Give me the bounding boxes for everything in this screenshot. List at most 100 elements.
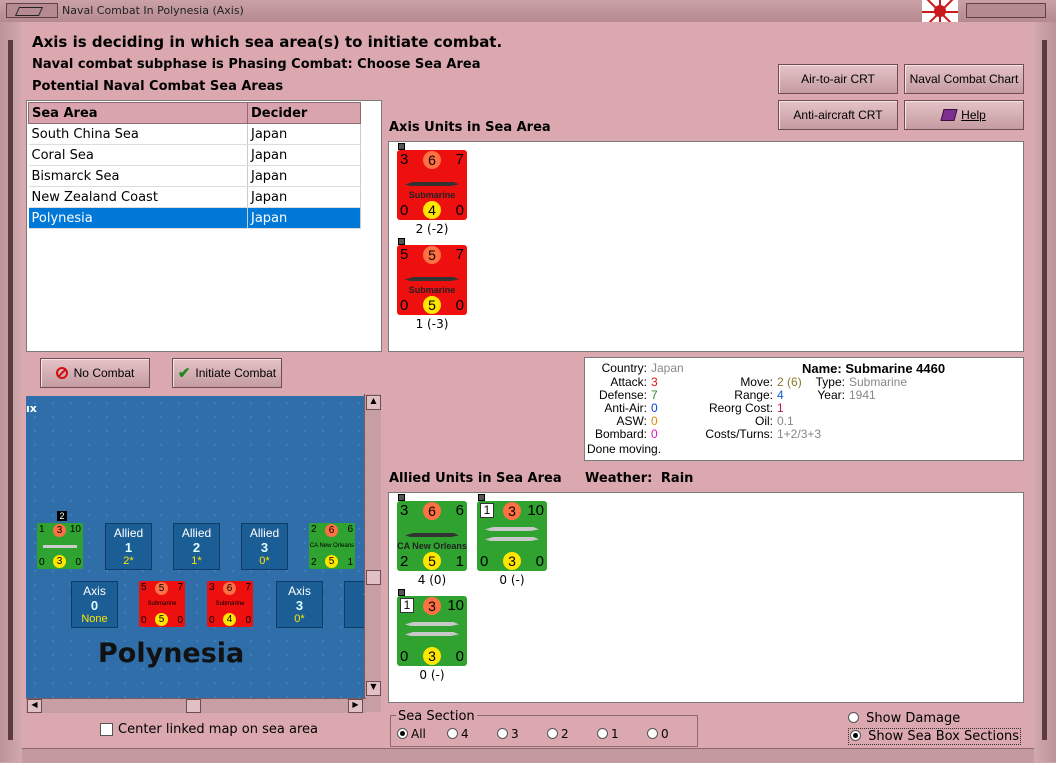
sea-box[interactable]: A (344, 581, 366, 628)
sea-box-b: 0 (90, 598, 99, 613)
mini-top-left: 2 (311, 524, 317, 535)
sea-section-radio[interactable] (397, 728, 408, 739)
sea-section-radio[interactable] (497, 728, 508, 739)
sea-box[interactable]: Allied 1 2* (105, 523, 152, 570)
costs-value: 1+2/3+3 (777, 427, 822, 441)
air-to-air-crt-button[interactable]: Air-to-air CRT (778, 64, 898, 94)
decider-cell[interactable]: Japan (247, 123, 361, 145)
sea-box-a: A (345, 584, 366, 598)
sea-area-cell[interactable]: Polynesia (28, 207, 248, 229)
no-entry-icon (55, 367, 68, 379)
allied-unit-counter[interactable]: 1 3 10 0 3 0 (397, 589, 467, 666)
sea-box[interactable]: Axis 3 0* (276, 581, 323, 628)
window-control-button[interactable] (966, 3, 1046, 18)
scroll-right-arrow-icon[interactable]: ▶ (348, 699, 363, 713)
mini-top-circle: 6 (223, 582, 236, 595)
axis-unit-counter[interactable]: 5 5 7 Submarine 0 5 0 (397, 238, 467, 315)
map-unit-counter[interactable]: 2 6 6 CA New Orleans 2 5 1 (309, 523, 355, 569)
counter-bottom-circle: 5 (423, 552, 441, 570)
sea-section-option[interactable]: 0 (647, 727, 669, 741)
show-sections-radio[interactable] (850, 730, 861, 741)
sea-box[interactable]: Allied 3 0* (241, 523, 288, 570)
axis-unit-counter[interactable]: 3 6 7 Submarine 0 4 0 (397, 143, 467, 220)
map-unit-counter[interactable]: 5 5 7 Submarine 0 5 0 (139, 581, 185, 627)
mini-bottom-circle: 3 (53, 555, 66, 568)
allied-unit-counter[interactable]: 1 3 10 0 3 0 (477, 494, 547, 571)
table-row[interactable]: New Zealand Coast Japan (28, 186, 361, 208)
column-header-decider[interactable]: Decider (247, 102, 361, 124)
sea-area-cell[interactable]: Coral Sea (28, 144, 248, 166)
mini-top-left: 5 (141, 582, 147, 593)
decider-cell[interactable]: Japan (247, 165, 361, 187)
show-damage-label: Show Damage (866, 711, 961, 726)
column-header-sea-area[interactable]: Sea Area (28, 102, 248, 124)
counter-caption: 0 (-) (499, 573, 525, 587)
sea-box[interactable]: Allied 2 1* (173, 523, 220, 570)
sea-area-map[interactable]: ıx Allied 1 2* Allied 2 1* Allied 3 0* Axis 0 None A… (26, 396, 366, 698)
table-row[interactable]: Coral Sea Japan (28, 144, 361, 166)
anti-aircraft-crt-button[interactable]: Anti-aircraft CRT (778, 100, 898, 130)
table-row[interactable]: South China Sea Japan (28, 123, 361, 145)
sea-section-radio[interactable] (447, 728, 458, 739)
sea-section-option[interactable]: All (397, 727, 426, 741)
sea-area-table: Sea Area Decider South China Sea Japan Cor… (26, 100, 382, 352)
map-vertical-scrollbar[interactable]: ▲ ▼ (364, 394, 381, 712)
name-label: Name: (802, 361, 842, 376)
mini-unit-name: CA New Orleans (309, 543, 355, 549)
reorg-label: Reorg Cost: (708, 401, 773, 415)
sea-section-radio[interactable] (547, 728, 558, 739)
map-unit-counter[interactable]: 3 6 7 Submarine 0 4 0 (207, 581, 253, 627)
decider-cell[interactable]: Japan (247, 207, 361, 229)
center-map-checkbox[interactable] (100, 723, 113, 736)
vertical-scroll-thumb[interactable] (366, 570, 381, 585)
unit-info-panel: Country: Japan Attack: 3 Defense: 7 Anti… (584, 357, 1024, 461)
ship-silhouette-icon (405, 277, 459, 281)
sea-section-radio[interactable] (597, 728, 608, 739)
mini-bottom-right: 0 (177, 615, 183, 626)
no-combat-label: No Combat (73, 366, 135, 380)
sea-section-option[interactable]: 3 (497, 727, 519, 741)
sea-area-cell[interactable]: South China Sea (28, 123, 248, 145)
counter-caption: 1 (-3) (415, 317, 449, 331)
center-map-option[interactable]: Center linked map on sea area (100, 722, 318, 737)
map-horizontal-scrollbar[interactable]: ◀ ▶ (26, 698, 366, 713)
scroll-up-arrow-icon[interactable]: ▲ (366, 395, 381, 410)
sea-section-radio[interactable] (647, 728, 658, 739)
initiate-combat-button[interactable]: ✔ Initiate Combat (172, 358, 282, 388)
mini-top-right: 7 (177, 582, 183, 593)
map-unit-counter[interactable]: 1 3 10 0 3 0 2 (37, 511, 83, 569)
allied-unit-counter[interactable]: 3 6 6 CA New Orleans 2 5 1 (397, 494, 467, 571)
help-button[interactable]: Help (904, 100, 1024, 130)
ship-silhouette-icon (485, 527, 539, 531)
sea-section-option[interactable]: 2 (547, 727, 569, 741)
show-damage-radio[interactable] (848, 712, 859, 723)
counter-box-number: 1 (480, 503, 494, 518)
weather-label: Weather: (585, 471, 653, 486)
sea-section-option[interactable]: 1 (597, 727, 619, 741)
sea-area-cell[interactable]: Bismarck Sea (28, 165, 248, 187)
decider-cell[interactable]: Japan (247, 186, 361, 208)
counter-top-left: 3 (400, 151, 409, 168)
scroll-down-arrow-icon[interactable]: ▼ (366, 681, 381, 696)
no-combat-button[interactable]: No Combat (40, 358, 150, 388)
table-row[interactable]: Polynesia Japan (28, 207, 361, 229)
naval-combat-chart-button[interactable]: Naval Combat Chart (904, 64, 1024, 94)
sea-area-cell[interactable]: New Zealand Coast (28, 186, 248, 208)
unit-marker-icon (398, 238, 405, 245)
type-label: Type: (815, 375, 845, 389)
counter-top-right: 10 (527, 502, 544, 519)
axis-units-heading: Axis Units in Sea Area (389, 120, 551, 135)
table-row[interactable]: Bismarck Sea Japan (28, 165, 361, 187)
show-sections-option[interactable]: Show Sea Box Sections (848, 728, 1022, 745)
sea-section-option-label: 1 (611, 727, 619, 741)
sea-section-option[interactable]: 4 (447, 727, 469, 741)
show-damage-option[interactable]: Show Damage (848, 711, 960, 726)
sea-box[interactable]: Axis 0 None (71, 581, 118, 628)
mini-bottom-left: 0 (39, 557, 45, 568)
scroll-left-arrow-icon[interactable]: ◀ (27, 699, 42, 713)
decider-cell[interactable]: Japan (247, 144, 361, 166)
window-menu-icon[interactable] (6, 3, 58, 18)
counter-bottom-left: 0 (400, 202, 409, 219)
counter-bottom-right: 0 (455, 202, 464, 219)
horizontal-scroll-thumb[interactable] (186, 699, 201, 713)
